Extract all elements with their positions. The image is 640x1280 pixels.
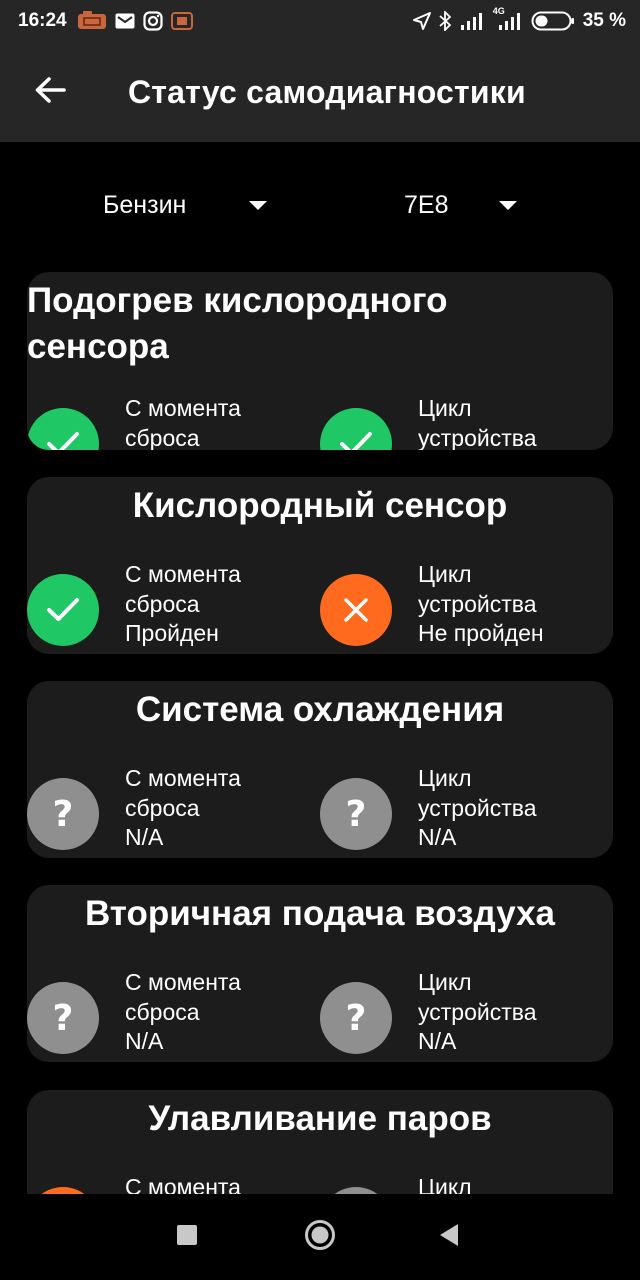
back-triangle-icon <box>438 1223 460 1252</box>
since-reset-result: Пройден <box>125 620 219 646</box>
pass-check-icon <box>27 574 99 646</box>
pass-check-icon <box>27 408 99 450</box>
drive-cycle-status: ? Цикл устройства N/A <box>320 765 580 858</box>
location-icon <box>412 12 431 30</box>
card-title: Вторичная подача воздуха <box>84 894 556 933</box>
signal-4g-icon: 4G <box>493 6 523 30</box>
fuel-type-value: Бензин <box>103 190 187 219</box>
drive-cycle-label: Циклустройства <box>418 1174 472 1194</box>
dropdown-arrow-icon <box>249 201 267 210</box>
battery-level: 35 % <box>582 10 626 31</box>
since-reset-status: ? С момента сброса N/A <box>27 765 287 858</box>
unknown-question-icon <box>320 1187 392 1194</box>
monitor-card-evap: Улавливание паров С моментасброса Циклус… <box>27 1090 613 1194</box>
back-nav-button[interactable] <box>428 1216 470 1258</box>
home-circle-icon <box>304 1219 336 1256</box>
ecu-dropdown[interactable]: 7E8 <box>404 187 524 223</box>
unknown-question-icon: ? <box>27 778 99 850</box>
back-button[interactable] <box>20 62 80 122</box>
drive-cycle-label: Циклустройства <box>418 395 537 450</box>
drive-cycle-result: N/A <box>418 1028 457 1054</box>
drive-cycle-status: Циклустройства <box>320 1174 580 1194</box>
since-reset-result: N/A <box>125 824 164 850</box>
since-reset-label: С момента сброса Пройден <box>125 561 241 646</box>
status-bar: 16:24 4G 35 % <box>0 0 640 42</box>
card-title: Система охлаждения <box>135 690 505 729</box>
dropdown-arrow-icon <box>499 201 517 210</box>
drive-cycle-status: ? Цикл устройства N/A <box>320 969 580 1062</box>
monitor-card-o2-sensor: Кислородный сенсор С момента сброса Пройде… <box>27 477 613 654</box>
since-reset-status: С моментасброса <box>27 1174 287 1194</box>
monitor-card-secondary-air: Вторичная подача воздуха ? С момента сбро… <box>27 885 613 1062</box>
bluetooth-icon <box>439 11 451 31</box>
fail-x-icon <box>27 1187 99 1194</box>
filter-selectors: Бензин 7E8 <box>0 187 640 227</box>
page-title: Статус самодиагностики <box>128 73 526 110</box>
fail-x-icon <box>320 574 392 646</box>
since-reset-label: С моментасброса <box>125 1174 241 1194</box>
signal-icon <box>459 12 485 30</box>
square-icon <box>177 1224 197 1250</box>
home-button[interactable] <box>299 1216 341 1258</box>
drive-cycle-label: Цикл устройства N/A <box>418 765 537 850</box>
recents-button[interactable] <box>166 1216 208 1258</box>
app-notification-icon <box>77 11 107 31</box>
since-reset-label: С момента сброса N/A <box>125 969 241 1054</box>
unknown-question-icon: ? <box>27 982 99 1054</box>
since-reset-status: С моментасброса <box>27 395 287 450</box>
unknown-question-icon: ? <box>320 982 392 1054</box>
content-area[interactable]: Бензин 7E8 Подогрев кислородного сенсора… <box>0 142 640 1194</box>
network-type: 4G <box>492 6 505 16</box>
fuel-type-dropdown[interactable]: Бензин <box>103 187 273 223</box>
unknown-question-icon: ? <box>320 778 392 850</box>
since-reset-label: С моментасброса <box>125 395 241 450</box>
card-title: Кислородный сенсор <box>132 486 508 525</box>
instagram-icon <box>143 11 163 31</box>
drive-cycle-result: Не пройден <box>418 620 544 646</box>
battery-icon <box>531 11 575 31</box>
monitor-card-coolant: Система охлаждения ? С момента сброса N/A … <box>27 681 613 858</box>
pass-check-icon <box>320 408 392 450</box>
since-reset-status: С момента сброса Пройден <box>27 561 287 654</box>
system-navigation-bar <box>0 1194 640 1280</box>
back-arrow-icon <box>34 76 66 109</box>
app-bar: Статус самодиагностики <box>0 42 640 142</box>
since-reset-result: N/A <box>125 1028 164 1054</box>
since-reset-label: С момента сброса N/A <box>125 765 241 850</box>
monitor-card-o2-heater: Подогрев кислородного сенсора С момента с… <box>27 272 613 450</box>
status-time: 16:24 <box>18 10 67 31</box>
drive-cycle-label: Цикл устройства Не пройден <box>418 561 544 646</box>
card-title: Подогрев кислородного сенсора <box>27 281 448 366</box>
app-notification-icon-2 <box>170 11 193 31</box>
mail-icon <box>115 13 135 29</box>
since-reset-status: ? С момента сброса N/A <box>27 969 287 1062</box>
drive-cycle-status: Циклустройства <box>320 395 580 450</box>
ecu-value: 7E8 <box>404 190 449 219</box>
card-title: Улавливание паров <box>148 1099 492 1138</box>
drive-cycle-label: Цикл устройства N/A <box>418 969 537 1054</box>
drive-cycle-status: Цикл устройства Не пройден <box>320 561 580 654</box>
drive-cycle-result: N/A <box>418 824 457 850</box>
